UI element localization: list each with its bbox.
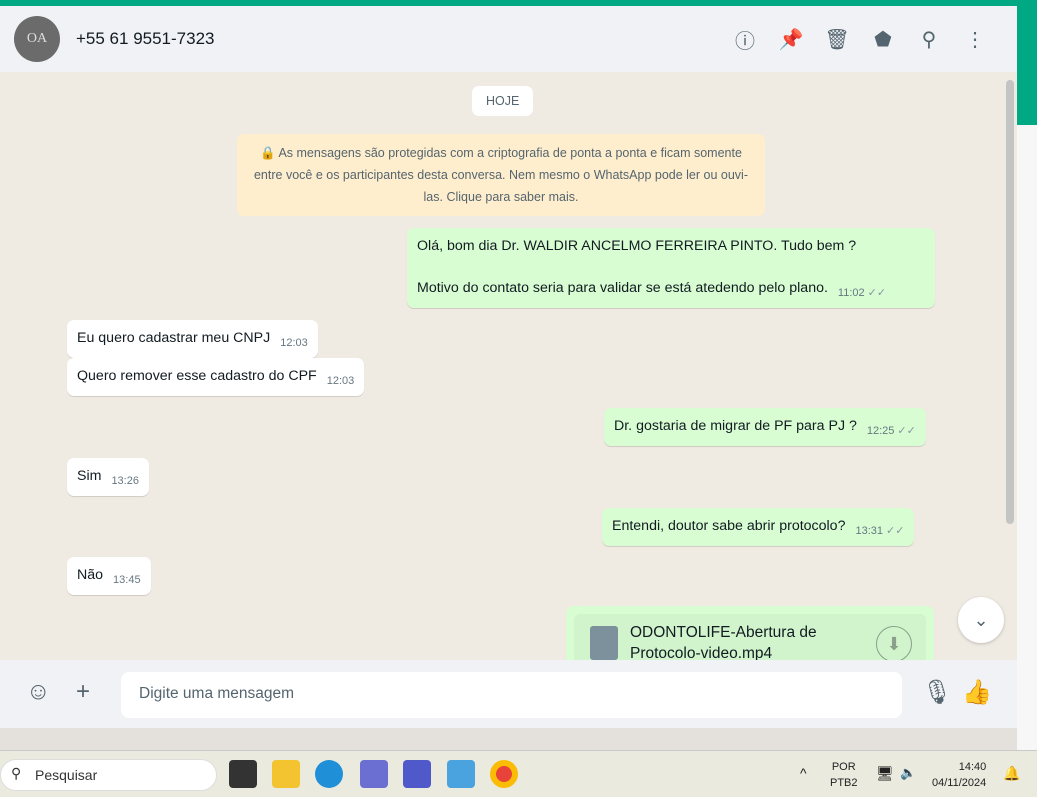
clock-date[interactable]: 04/11/2024 [932,775,986,791]
message-time: 13:31 [855,525,883,537]
search-label: Pesquisar [35,767,98,783]
pin-icon[interactable]: 📌 [779,24,804,54]
avatar[interactable]: OA [14,16,60,62]
trash-icon[interactable]: 🗑 [824,24,849,54]
notification-bell-icon[interactable]: 🔔 [1003,765,1020,781]
file-icon [590,626,618,660]
teams-icon[interactable] [360,760,388,788]
date-divider: HOJE [472,86,534,116]
read-ticks-icon: ✓✓ [897,425,916,437]
contact-name[interactable]: +55 61 9551-7323 [76,29,215,49]
read-ticks-icon: ✓✓ [886,525,905,537]
menu-icon[interactable]: ⋮ [963,24,987,54]
attach-plus-icon[interactable]: + [76,678,90,706]
background-strip [1017,0,1037,125]
scroll-to-bottom-button[interactable]: ⌄ [958,597,1004,643]
task-view-icon[interactable] [229,760,257,788]
search-icon: ⚲ [11,765,22,781]
composer: ☺ + Digite uma mensagem 🎙 👍 [0,660,1017,728]
label-icon[interactable]: ⬟ [871,24,895,54]
background-area [1017,125,1037,750]
message-incoming: Eu quero cadastrar meu CNPJ 12:03 [67,320,318,358]
notepad-icon[interactable] [447,760,475,788]
message-time: 12:03 [280,337,308,349]
message-text: Não [77,567,104,583]
message-text: Entendi, doutor sabe abrir protocolo? [612,518,846,534]
scrollbar[interactable] [1006,80,1014,524]
search-icon[interactable]: ⚲ [917,24,941,54]
chat-header: OA +55 61 9551-7323 ⓘ 📌 🗑 ⬟ ⚲ ⋮ [0,6,1017,72]
message-text: Olá, bom dia Dr. WALDIR ANCELMO FERREIRA… [417,238,857,254]
file-message[interactable]: ODONTOLIFE-Abertura de Protocolo-video.m… [566,606,934,660]
teams-icon[interactable] [403,760,431,788]
message-input[interactable]: Digite uma mensagem [121,672,902,718]
taskbar: ⚲ Pesquisar ^ POR PTB2 🖥 🔈 14:40 04/11/2024… [0,750,1037,797]
network-icon[interactable]: 🖥 [876,765,894,781]
volume-icon[interactable]: 🔈 [900,765,916,781]
message-outgoing: Olá, bom dia Dr. WALDIR ANCELMO FERREIRA… [407,228,935,308]
thumbs-up-icon[interactable]: 👍 [962,678,992,707]
file-name: ODONTOLIFE-Abertura de Protocolo-video.m… [630,624,817,660]
message-time: 12:25 [866,425,895,437]
message-time: 12:03 [326,375,355,387]
keyboard-layout[interactable]: PTB2 [830,775,858,791]
read-ticks-icon: ✓✓ [867,287,887,299]
chevron-up-icon[interactable]: ^ [800,765,807,781]
message-text: Sim [77,468,102,484]
message-text: Eu quero cadastrar meu CNPJ [77,330,271,346]
microphone-icon[interactable]: 🎙 [922,678,952,707]
language[interactable]: POR [830,759,858,775]
message-text: Motivo do contato seria para validar se … [417,280,828,296]
message-time: 11:02 [837,287,865,299]
chrome-icon[interactable] [490,760,518,788]
edge-icon[interactable] [315,760,343,788]
message-time: 13:26 [111,475,139,487]
message-incoming: Quero remover esse cadastro do CPF 12:03 [67,358,365,396]
download-icon[interactable]: ⬇ [876,626,912,660]
message-outgoing: Dr. gostaria de migrar de PF para PJ ? 12… [604,408,926,446]
message-incoming: Sim 13:26 [67,458,149,496]
taskbar-search[interactable]: ⚲ Pesquisar [0,759,217,791]
file-explorer-icon[interactable] [272,760,300,788]
message-outgoing: Entendi, doutor sabe abrir protocolo? 13:… [602,508,915,546]
message-text: Dr. gostaria de migrar de PF para PJ ? [614,418,857,434]
message-incoming: Não 13:45 [67,557,151,595]
emoji-icon[interactable]: ☺ [26,678,51,706]
message-text: Quero remover esse cadastro do CPF [77,368,317,384]
message-time: 13:45 [113,574,141,586]
info-icon[interactable]: ⓘ [733,24,757,54]
chat-area: HOJE 🔒 As mensagens são protegidas com a… [0,72,1017,660]
encryption-notice[interactable]: 🔒 As mensagens são protegidas com a crip… [237,134,765,216]
clock-time[interactable]: 14:40 [932,759,987,775]
